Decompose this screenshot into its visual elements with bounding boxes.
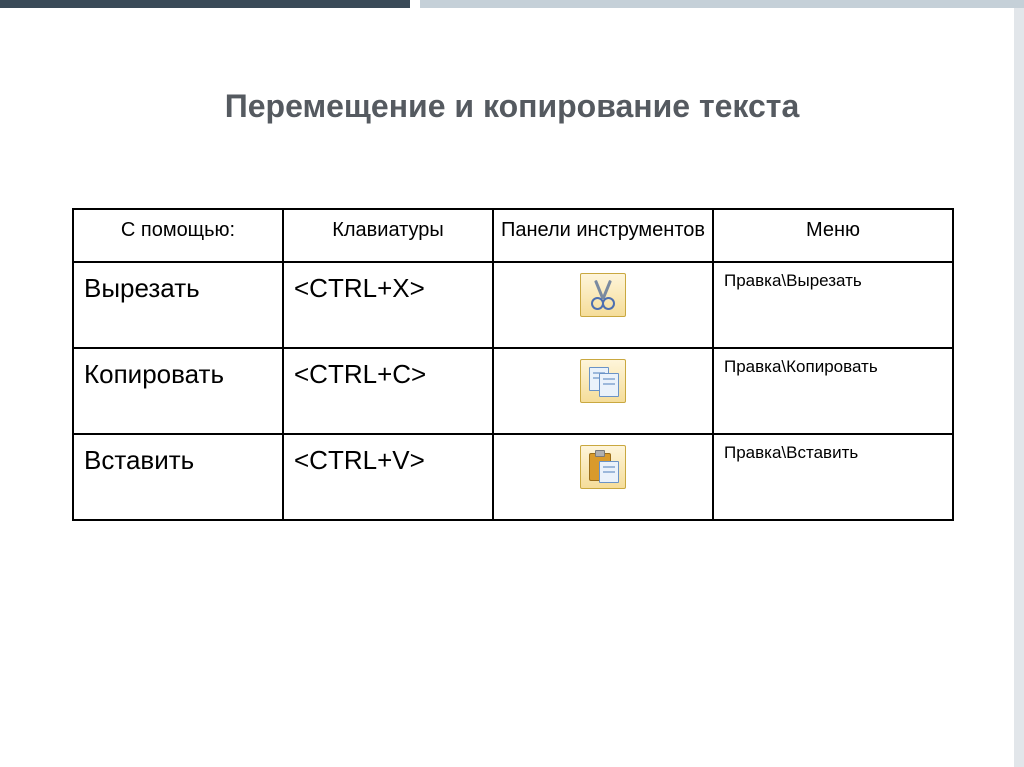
- menu-path: Правка\Вырезать: [713, 262, 953, 348]
- table-row: Копировать <CTRL+C> Правка\Копировать: [73, 348, 953, 434]
- shortcut-label: <CTRL+V>: [283, 434, 493, 520]
- toolbar-icon-cell: [493, 262, 713, 348]
- shortcuts-table: С помощью: Клавиатуры Панели инструменто…: [72, 208, 954, 521]
- decorative-top-bar: [0, 0, 1024, 8]
- slide: Перемещение и копирование текста С помощ…: [0, 0, 1024, 767]
- table-row: Вставить <CTRL+V> Правка\Вставить: [73, 434, 953, 520]
- action-label: Вырезать: [73, 262, 283, 348]
- header-with-help: С помощью:: [73, 209, 283, 262]
- toolbar-icon-cell: [493, 434, 713, 520]
- paste-icon: [580, 445, 626, 489]
- action-label: Копировать: [73, 348, 283, 434]
- header-toolbar: Панели инструментов: [493, 209, 713, 262]
- cut-icon: [580, 273, 626, 317]
- shortcut-label: <CTRL+C>: [283, 348, 493, 434]
- menu-path: Правка\Вставить: [713, 434, 953, 520]
- menu-path: Правка\Копировать: [713, 348, 953, 434]
- shortcut-label: <CTRL+X>: [283, 262, 493, 348]
- table-row: Вырезать <CTRL+X> Правка\Вырезать: [73, 262, 953, 348]
- page-title: Перемещение и копирование текста: [0, 88, 1024, 125]
- header-menu: Меню: [713, 209, 953, 262]
- copy-icon: [580, 359, 626, 403]
- toolbar-icon-cell: [493, 348, 713, 434]
- table-header-row: С помощью: Клавиатуры Панели инструменто…: [73, 209, 953, 262]
- action-label: Вставить: [73, 434, 283, 520]
- header-keyboard: Клавиатуры: [283, 209, 493, 262]
